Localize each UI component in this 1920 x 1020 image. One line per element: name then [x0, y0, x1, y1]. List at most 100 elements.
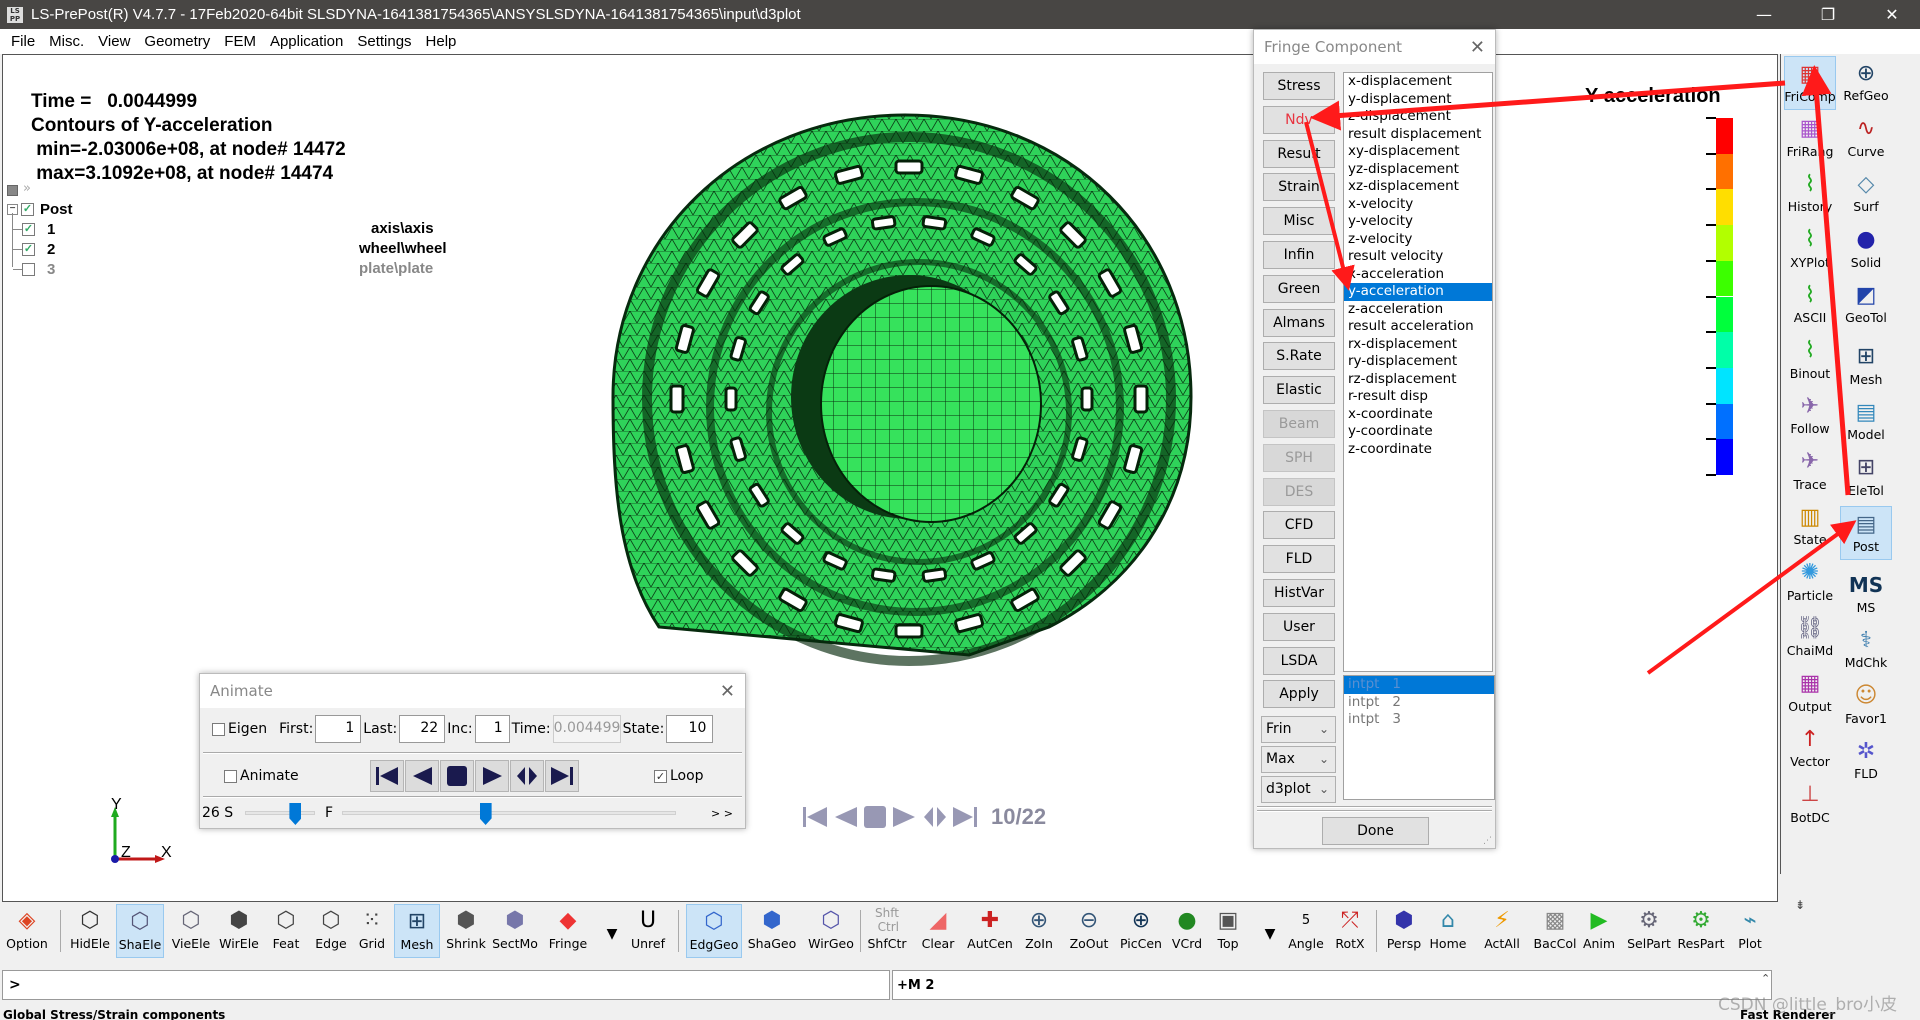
- fringe-btn-strain[interactable]: Strain: [1263, 173, 1335, 202]
- state-field[interactable]: 10: [666, 715, 714, 743]
- component-item[interactable]: xz-displacement: [1344, 178, 1492, 196]
- tool-vieele[interactable]: ⬡ VieEle: [168, 904, 214, 958]
- fringe-btn-ndv[interactable]: Ndv: [1263, 105, 1335, 134]
- play-button[interactable]: [475, 760, 509, 792]
- component-item[interactable]: y-acceleration: [1344, 283, 1492, 301]
- tool-botdc[interactable]: ⊥ BotDC: [1784, 778, 1836, 832]
- tool-shfctr[interactable]: Shft Ctrl ShfCtr: [862, 904, 912, 958]
- tool-shrink[interactable]: ⬢ Shrink: [444, 904, 488, 958]
- tool-shageo[interactable]: ⬢ ShaGeo: [744, 904, 800, 958]
- component-item[interactable]: result acceleration: [1344, 318, 1492, 336]
- component-item[interactable]: r-result disp: [1344, 388, 1492, 406]
- component-item[interactable]: y-velocity: [1344, 213, 1492, 231]
- toolbar-more-icon[interactable]: ⇟: [1795, 898, 1805, 912]
- tool-zoout[interactable]: ⊖ ZoOut: [1066, 904, 1112, 958]
- tool-model[interactable]: ▤ Model: [1840, 395, 1892, 449]
- tool-actall[interactable]: ⚡ ActAll: [1480, 904, 1524, 958]
- tool-dropdown[interactable]: ▼: [604, 904, 620, 958]
- restore-button[interactable]: ❐: [1800, 0, 1856, 29]
- tool-mesh[interactable]: ⊞ Mesh: [1840, 340, 1892, 394]
- tool-fringe[interactable]: ◆ Fringe: [544, 904, 592, 958]
- component-item[interactable]: x-acceleration: [1344, 266, 1492, 284]
- tool-binout[interactable]: ⌇ Binout: [1784, 334, 1836, 388]
- fringe-btn-srate[interactable]: S.Rate: [1263, 342, 1335, 371]
- fringe-btn-misc[interactable]: Misc: [1263, 207, 1335, 236]
- fringe-btn-elastic[interactable]: Elastic: [1263, 376, 1335, 405]
- tool-curve[interactable]: ∿ Curve: [1840, 112, 1892, 166]
- last-frame-button[interactable]: [545, 760, 579, 792]
- intpt-item[interactable]: intpt 1: [1344, 676, 1494, 694]
- menu-help[interactable]: Help: [419, 33, 464, 50]
- resize-grip-icon[interactable]: ⋰: [1483, 836, 1492, 846]
- tool-hidele[interactable]: ⬡ HidEle: [68, 904, 112, 958]
- tree-part-3[interactable]: 3: [13, 259, 55, 279]
- tool-selpart[interactable]: ⚙ SelPart: [1626, 904, 1672, 958]
- component-item[interactable]: rx-displacement: [1344, 336, 1492, 354]
- fringe-btn-infin[interactable]: Infin: [1263, 241, 1335, 269]
- close-button[interactable]: ✕: [1864, 0, 1920, 29]
- more-options-button[interactable]: > >: [711, 807, 733, 820]
- fringe-select-frin[interactable]: Frin ⌄: [1261, 716, 1336, 743]
- tool-autcen[interactable]: ✚ AutCen: [964, 904, 1016, 958]
- tool-favor1[interactable]: ☺ Favor1: [1840, 679, 1892, 733]
- fringe-select-d3plot[interactable]: d3plot ⌄: [1261, 776, 1336, 803]
- component-item[interactable]: x-velocity: [1344, 196, 1492, 214]
- component-item[interactable]: xy-displacement: [1344, 143, 1492, 161]
- component-item[interactable]: result velocity: [1344, 248, 1492, 266]
- tree-part-1[interactable]: ✓ 1: [13, 219, 55, 239]
- tool-follow[interactable]: ✈ Follow: [1784, 389, 1836, 443]
- integration-point-list[interactable]: intpt 1 intpt 2 intpt 3: [1343, 675, 1495, 800]
- tool-history[interactable]: ⌇ History: [1784, 167, 1836, 221]
- tool-fld[interactable]: ✲ FLD: [1840, 734, 1892, 788]
- fringe-btn-apply[interactable]: Apply: [1263, 680, 1335, 709]
- done-button[interactable]: Done: [1322, 817, 1429, 845]
- component-item[interactable]: result displacement: [1344, 126, 1492, 144]
- post-checkbox[interactable]: ✓: [21, 202, 34, 216]
- play-icon[interactable]: [891, 803, 919, 831]
- intpt-item[interactable]: intpt 3: [1344, 711, 1494, 729]
- fringe-btn-result[interactable]: Result: [1263, 139, 1335, 168]
- component-item[interactable]: x-coordinate: [1344, 406, 1492, 424]
- component-item[interactable]: z-acceleration: [1344, 301, 1492, 319]
- tool-anim[interactable]: ▶ Anim: [1580, 904, 1618, 958]
- stop-button[interactable]: [440, 760, 474, 792]
- fringe-btn-green[interactable]: Green: [1263, 274, 1335, 303]
- tool-sectmo[interactable]: ⬢ SectMo: [490, 904, 540, 958]
- tool-fricomp[interactable]: ▦ FriComp: [1784, 56, 1836, 110]
- component-item[interactable]: y-displacement: [1344, 91, 1492, 109]
- eigen-checkbox[interactable]: [212, 722, 225, 736]
- last-frame-icon[interactable]: [951, 803, 979, 831]
- part-3-checkbox[interactable]: [22, 262, 35, 276]
- fringe-close-icon[interactable]: ✕: [1470, 37, 1485, 58]
- bounce-icon[interactable]: [921, 803, 949, 831]
- component-item[interactable]: rz-displacement: [1344, 371, 1492, 389]
- tool-home[interactable]: ⌂ Home: [1428, 904, 1468, 958]
- component-item[interactable]: y-coordinate: [1344, 423, 1492, 441]
- tool-top[interactable]: ▣ Top: [1210, 904, 1246, 958]
- part-2-checkbox[interactable]: ✓: [22, 242, 35, 256]
- bounce-button[interactable]: [510, 760, 544, 792]
- tool-geotol[interactable]: ◩ GeoTol: [1840, 278, 1892, 332]
- intpt-item[interactable]: intpt 2: [1344, 694, 1494, 712]
- tool-respart[interactable]: ⚙ ResPart: [1676, 904, 1726, 958]
- fringe-select-max[interactable]: Max ⌄: [1261, 746, 1336, 773]
- tool-solid[interactable]: ● Solid: [1840, 223, 1892, 277]
- tool-xyplot[interactable]: ⌇ XYPlot: [1784, 223, 1836, 277]
- frame-slider-track[interactable]: [342, 811, 676, 815]
- fringe-btn-almans[interactable]: Almans: [1263, 308, 1335, 337]
- fringe-btn-cfd[interactable]: CFD: [1263, 511, 1335, 540]
- tool-unref[interactable]: U Unref: [628, 904, 668, 958]
- first-field[interactable]: 1: [315, 715, 362, 743]
- tool-shaele[interactable]: ⬡ ShaEle: [116, 904, 164, 958]
- speed-slider-track[interactable]: [245, 811, 315, 815]
- tool-feat[interactable]: ⬡ Feat: [266, 904, 306, 958]
- tool-angle[interactable]: 5 Angle: [1286, 904, 1326, 958]
- first-frame-button[interactable]: [370, 760, 404, 792]
- tool-particle[interactable]: ✺ Particle: [1784, 556, 1836, 610]
- tree-expand-chevrons-icon[interactable]: »: [23, 181, 31, 196]
- tool-grid[interactable]: ⁙ Grid: [354, 904, 390, 958]
- tree-part-2[interactable]: ✓ 2: [13, 239, 55, 259]
- component-item[interactable]: ry-displacement: [1344, 353, 1492, 371]
- menu-application[interactable]: Application: [263, 33, 350, 50]
- tool-ms[interactable]: MS MS: [1840, 568, 1892, 622]
